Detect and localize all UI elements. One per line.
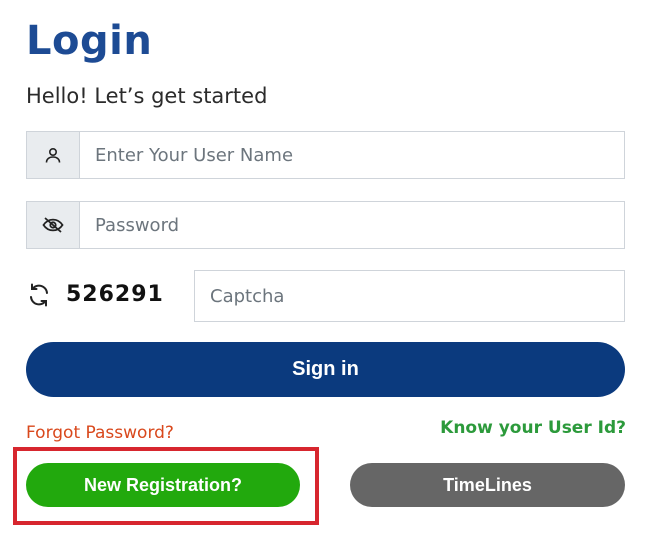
page-title: Login	[26, 18, 153, 64]
new-registration-button[interactable]: New Registration?	[26, 463, 300, 507]
user-icon	[27, 132, 80, 178]
captcha-code: 526291	[66, 282, 164, 307]
sign-in-button[interactable]: Sign in	[26, 342, 625, 397]
username-input[interactable]	[80, 132, 624, 178]
timelines-button[interactable]: TimeLines	[350, 463, 625, 507]
refresh-icon[interactable]	[26, 282, 52, 308]
password-input[interactable]	[80, 202, 624, 248]
page-subtitle: Hello! Let’s get started	[26, 84, 268, 108]
know-user-id-link[interactable]: Know your User Id?	[440, 418, 626, 438]
eye-off-icon[interactable]	[27, 202, 80, 248]
captcha-row: 526291	[26, 270, 625, 322]
captcha-field-group	[194, 270, 625, 322]
username-field-group	[26, 131, 625, 179]
password-field-group	[26, 201, 625, 249]
captcha-input[interactable]	[195, 271, 624, 321]
forgot-password-link[interactable]: Forgot Password?	[26, 423, 174, 443]
